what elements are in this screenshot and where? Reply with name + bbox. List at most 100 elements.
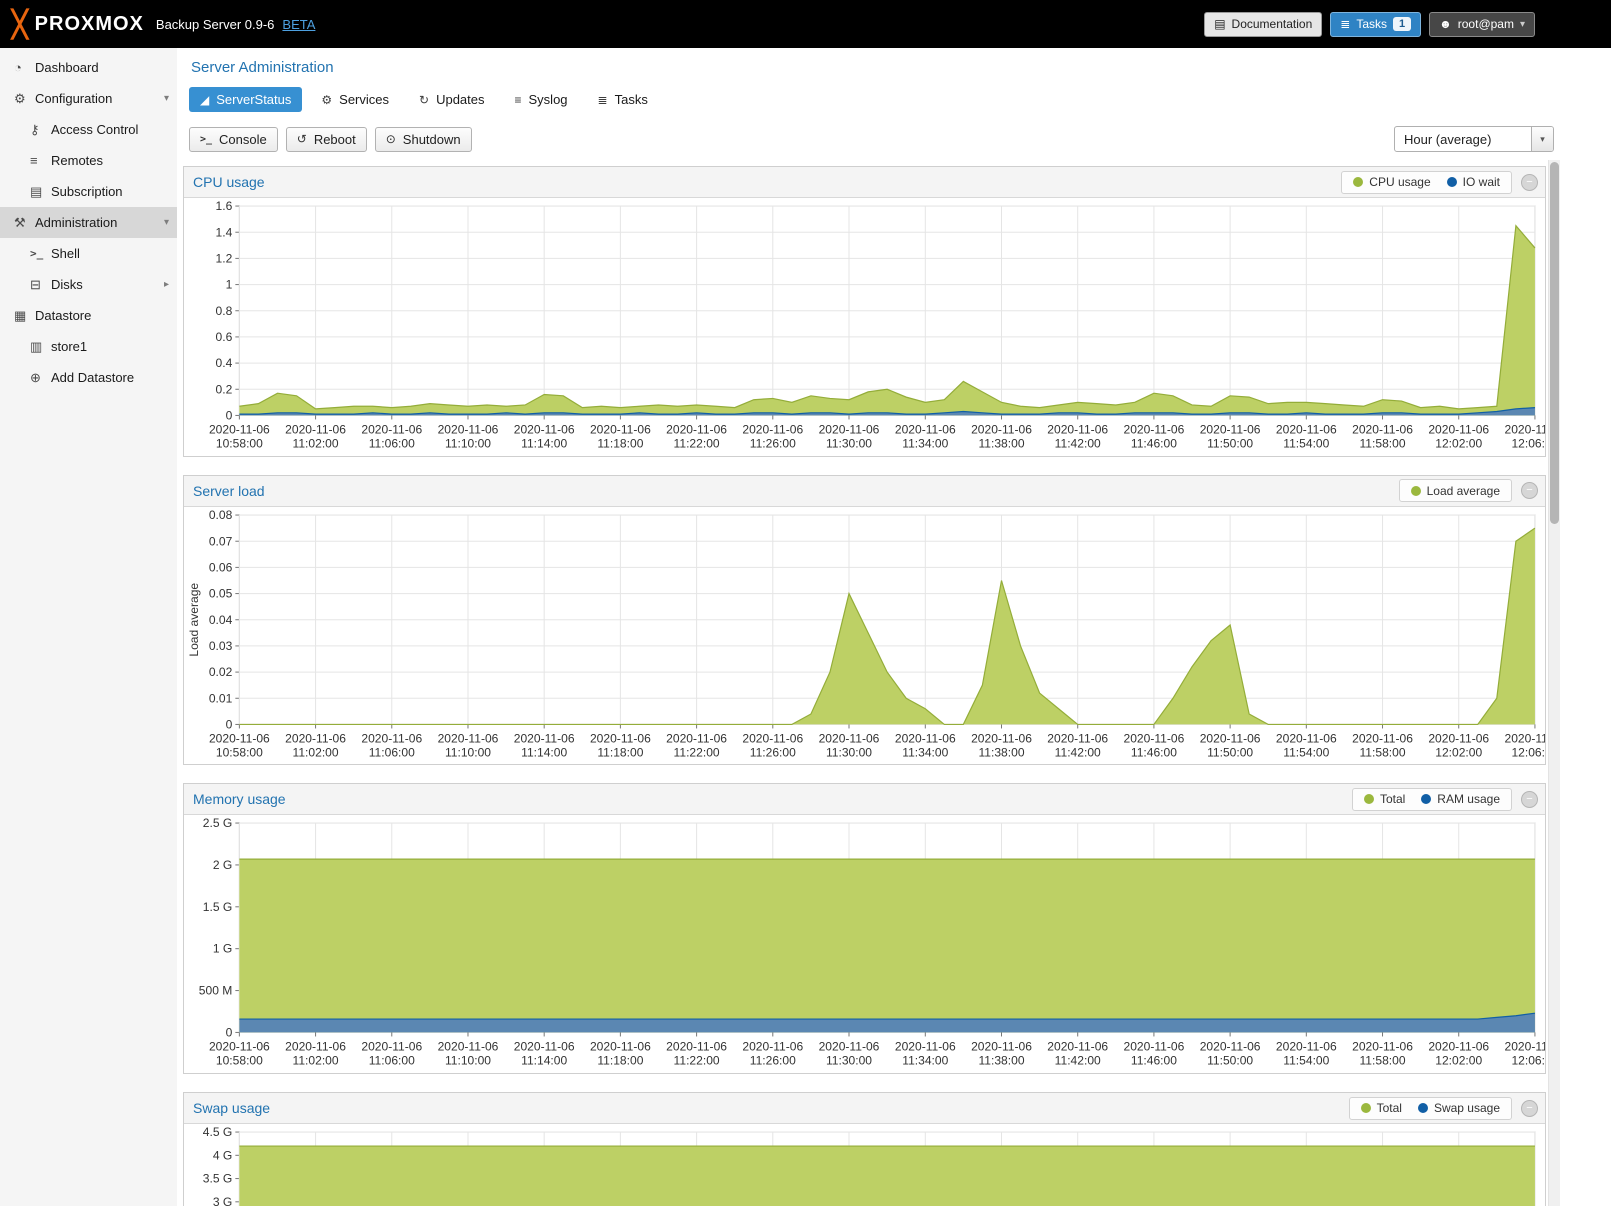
svg-text:2.5 G: 2.5 G bbox=[203, 816, 233, 830]
svg-text:2020-11-06: 2020-11-06 bbox=[1505, 731, 1545, 745]
sidebar-item-administration[interactable]: ⚒ Administration ▾ bbox=[0, 207, 177, 238]
svg-text:2020-11-06: 2020-11-06 bbox=[209, 423, 270, 437]
legend-label: Total bbox=[1380, 792, 1405, 806]
collapse-panel-button[interactable]: − bbox=[1521, 1100, 1538, 1117]
legend-item-cpu-usage[interactable]: CPU usage bbox=[1353, 175, 1430, 189]
legend-item-io-wait[interactable]: IO wait bbox=[1447, 175, 1500, 189]
legend-label: RAM usage bbox=[1437, 792, 1500, 806]
page-title: Server Administration bbox=[177, 48, 1560, 80]
terminal-icon: >_ bbox=[30, 247, 51, 260]
svg-text:2020-11-06: 2020-11-06 bbox=[666, 1040, 727, 1054]
sidebar-item-label: Administration bbox=[35, 215, 117, 230]
legend-item-total[interactable]: Total bbox=[1364, 792, 1405, 806]
vertical-scrollbar[interactable] bbox=[1548, 160, 1560, 1206]
proxmox-logo-icon: ╳ bbox=[12, 11, 28, 37]
book-icon: ▤ bbox=[1214, 17, 1225, 31]
svg-text:4 G: 4 G bbox=[213, 1148, 232, 1162]
shutdown-button[interactable]: ⊙ Shutdown bbox=[375, 127, 472, 152]
collapse-panel-button[interactable]: − bbox=[1521, 174, 1538, 191]
collapse-panel-button[interactable]: − bbox=[1521, 482, 1538, 499]
svg-text:11:42:00: 11:42:00 bbox=[1055, 437, 1101, 451]
svg-text:11:54:00: 11:54:00 bbox=[1283, 437, 1329, 451]
tasks-button[interactable]: ≣ Tasks 1 bbox=[1330, 12, 1421, 37]
svg-text:2020-11-06: 2020-11-06 bbox=[514, 423, 575, 437]
sidebar-item-store1[interactable]: ▥ store1 bbox=[0, 331, 177, 362]
sidebar-item-subscription[interactable]: ▤ Subscription bbox=[0, 176, 177, 207]
svg-text:11:10:00: 11:10:00 bbox=[445, 1054, 491, 1068]
svg-text:11:50:00: 11:50:00 bbox=[1207, 437, 1253, 451]
tab-server-status[interactable]: ◢ ServerStatus bbox=[189, 87, 302, 112]
svg-text:4.5 G: 4.5 G bbox=[203, 1125, 233, 1139]
user-menu-button[interactable]: ☻ root@pam ▾ bbox=[1429, 12, 1535, 37]
svg-text:0.8: 0.8 bbox=[216, 304, 233, 318]
sidebar-item-access-control[interactable]: ⚷ Access Control bbox=[0, 114, 177, 145]
svg-text:11:38:00: 11:38:00 bbox=[978, 437, 1024, 451]
time-range-value: Hour (average) bbox=[1395, 127, 1531, 151]
task-list-icon: ≣ bbox=[1340, 17, 1350, 31]
legend-label: Total bbox=[1377, 1101, 1402, 1115]
cpu-usage-panel: CPU usage CPU usage IO wait − bbox=[183, 166, 1546, 457]
top-bar-actions: ▤ Documentation ≣ Tasks 1 ☻ root@pam ▾ bbox=[1204, 12, 1599, 37]
green-dot-icon bbox=[1361, 1103, 1371, 1113]
svg-text:11:30:00: 11:30:00 bbox=[826, 745, 872, 759]
svg-text:11:26:00: 11:26:00 bbox=[750, 745, 796, 759]
legend-item-load-average[interactable]: Load average bbox=[1411, 484, 1500, 498]
svg-text:10:58:00: 10:58:00 bbox=[216, 437, 263, 451]
legend-label: Load average bbox=[1427, 484, 1500, 498]
svg-text:2020-11-06: 2020-11-06 bbox=[1428, 423, 1489, 437]
svg-text:11:42:00: 11:42:00 bbox=[1055, 1054, 1101, 1068]
beta-link[interactable]: BETA bbox=[282, 17, 315, 32]
scrollbar-thumb[interactable] bbox=[1550, 162, 1559, 524]
tab-tasks[interactable]: ≣ Tasks bbox=[587, 87, 659, 112]
svg-text:2 G: 2 G bbox=[213, 858, 232, 872]
sidebar-item-disks[interactable]: ⊟ Disks ▸ bbox=[0, 269, 177, 300]
svg-text:0.04: 0.04 bbox=[209, 612, 233, 626]
tasks-count-badge: 1 bbox=[1393, 17, 1411, 31]
legend-item-ram-usage[interactable]: RAM usage bbox=[1421, 792, 1500, 806]
legend-item-total[interactable]: Total bbox=[1361, 1101, 1402, 1115]
svg-text:0.06: 0.06 bbox=[209, 560, 233, 574]
time-range-select[interactable]: Hour (average) ▾ bbox=[1394, 126, 1554, 152]
svg-text:2020-11-06: 2020-11-06 bbox=[819, 731, 880, 745]
tab-services[interactable]: ⚙ Services bbox=[310, 87, 400, 112]
reboot-button[interactable]: ↺ Reboot bbox=[286, 127, 367, 152]
svg-text:2020-11-06: 2020-11-06 bbox=[361, 731, 422, 745]
svg-text:2020-11-06: 2020-11-06 bbox=[285, 731, 346, 745]
sidebar-item-configuration[interactable]: ⚙ Configuration ▾ bbox=[0, 83, 177, 114]
svg-text:2020-11-06: 2020-11-06 bbox=[971, 423, 1032, 437]
svg-text:12:02:00: 12:02:00 bbox=[1435, 1054, 1482, 1068]
gauge-icon: ◔ bbox=[14, 60, 35, 75]
select-trigger-icon[interactable]: ▾ bbox=[1531, 127, 1553, 151]
svg-text:2020-11-06: 2020-11-06 bbox=[1505, 423, 1545, 437]
legend-item-swap-usage[interactable]: Swap usage bbox=[1418, 1101, 1500, 1115]
svg-text:0.05: 0.05 bbox=[209, 586, 233, 600]
chevron-down-icon: ▾ bbox=[164, 217, 169, 228]
chart-legend: Total Swap usage bbox=[1349, 1097, 1512, 1120]
sidebar-item-datastore[interactable]: ▦ Datastore bbox=[0, 300, 177, 331]
collapse-panel-button[interactable]: − bbox=[1521, 791, 1538, 808]
plus-circle-icon: ⊕ bbox=[30, 370, 51, 386]
sidebar-item-dashboard[interactable]: ◔ Dashboard bbox=[0, 52, 177, 83]
svg-text:2020-11-06: 2020-11-06 bbox=[895, 731, 956, 745]
tab-updates[interactable]: ↻ Updates bbox=[408, 87, 495, 112]
disk-icon: ⊟ bbox=[30, 277, 51, 293]
sidebar-item-add-datastore[interactable]: ⊕ Add Datastore bbox=[0, 362, 177, 393]
chevron-right-icon: ▸ bbox=[164, 279, 169, 290]
tab-label: Tasks bbox=[615, 92, 648, 107]
status-toolbar: >_ Console ↺ Reboot ⊙ Shutdown Hour (ave… bbox=[177, 120, 1560, 160]
svg-text:2020-11-06: 2020-11-06 bbox=[742, 1040, 803, 1054]
svg-text:1.2: 1.2 bbox=[216, 251, 233, 265]
sidebar-item-shell[interactable]: >_ Shell bbox=[0, 238, 177, 269]
svg-text:2020-11-06: 2020-11-06 bbox=[666, 423, 727, 437]
svg-text:11:10:00: 11:10:00 bbox=[445, 745, 491, 759]
area-chart-icon: ◢ bbox=[200, 93, 209, 107]
user-icon: ☻ bbox=[1439, 17, 1452, 31]
legend-label: CPU usage bbox=[1369, 175, 1430, 189]
svg-text:11:34:00: 11:34:00 bbox=[902, 745, 948, 759]
console-button[interactable]: >_ Console bbox=[189, 127, 278, 152]
tab-syslog[interactable]: ≡ Syslog bbox=[504, 87, 579, 112]
svg-text:11:22:00: 11:22:00 bbox=[674, 1054, 720, 1068]
svg-text:2020-11-06: 2020-11-06 bbox=[666, 731, 727, 745]
sidebar-item-remotes[interactable]: ≡ Remotes bbox=[0, 145, 177, 176]
documentation-button[interactable]: ▤ Documentation bbox=[1204, 12, 1322, 37]
